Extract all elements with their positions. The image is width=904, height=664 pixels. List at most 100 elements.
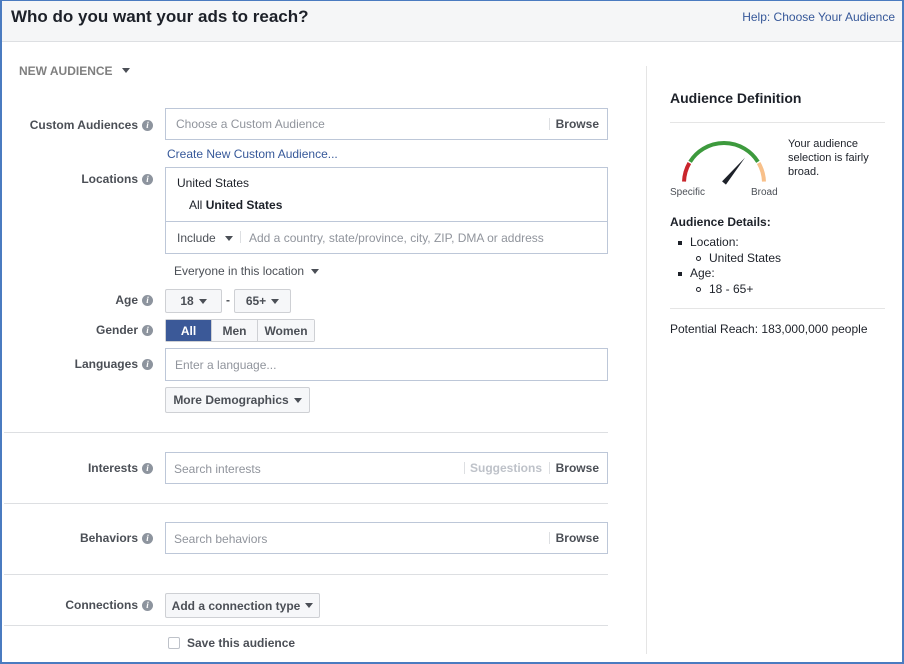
section-divider (4, 503, 608, 504)
chevron-down-icon (271, 298, 280, 304)
section-divider (4, 625, 608, 626)
audience-details-list: Location: United States Age: 18 - 65+ (678, 235, 781, 297)
connections-label: Connections i (65, 598, 153, 612)
detail-value: United States (678, 251, 781, 267)
save-audience-checkbox[interactable] (168, 637, 180, 649)
chevron-down-icon (225, 236, 234, 242)
audience-definition-title: Audience Definition (670, 90, 802, 106)
custom-audience-input[interactable]: Choose a Custom Audience Browse (165, 108, 608, 140)
gender-option-all[interactable]: All (166, 320, 211, 341)
more-demographics-label: More Demographics (173, 393, 289, 407)
column-divider (646, 66, 647, 654)
audience-panel: Who do you want your ads to reach? Help:… (0, 0, 904, 664)
gender-option-women[interactable]: Women (257, 320, 314, 341)
selected-location-scope: All United States (189, 198, 282, 212)
chevron-down-icon (305, 603, 314, 608)
interests-label: Interests i (88, 461, 153, 475)
age-label-text: Age (115, 293, 138, 307)
divider (549, 462, 550, 474)
languages-placeholder: Enter a language... (175, 358, 277, 372)
chevron-down-icon (121, 68, 130, 74)
age-max-value: 65+ (245, 294, 267, 308)
divider (670, 122, 885, 123)
info-icon[interactable]: i (142, 532, 153, 544)
languages-label-text: Languages (74, 357, 138, 371)
gender-option-men[interactable]: Men (211, 320, 257, 341)
connection-type-label: Add a connection type (171, 598, 301, 613)
chevron-down-icon (293, 397, 302, 403)
behaviors-browse-button[interactable]: Browse (556, 531, 599, 545)
gauge-description: Your audience selection is fairly broad. (788, 138, 869, 178)
divider (464, 462, 465, 474)
interests-placeholder: Search interests (174, 462, 261, 476)
chevron-down-icon (198, 298, 207, 304)
audience-selector-label: NEW AUDIENCE (19, 64, 113, 78)
detail-item-location: Location: (678, 235, 781, 251)
location-people-filter-dropdown[interactable]: Everyone in this location (174, 264, 320, 278)
page-title: Who do you want your ads to reach? (11, 7, 309, 26)
gauge-segment-broad (756, 162, 766, 182)
age-label: Age i (115, 293, 153, 307)
detail-value: 18 - 65+ (678, 282, 781, 298)
custom-audiences-label-text: Custom Audiences (29, 118, 138, 132)
potential-reach: Potential Reach: 183,000,000 people (670, 322, 868, 336)
audience-breadth-gauge (682, 141, 766, 185)
info-icon[interactable]: i (142, 173, 153, 185)
custom-audience-placeholder: Choose a Custom Audience (176, 117, 325, 131)
section-divider (4, 574, 608, 575)
gauge-segment-middle (688, 141, 760, 163)
age-min-dropdown[interactable]: 18 (165, 289, 222, 313)
interests-suggestions-button[interactable]: Suggestions (470, 461, 542, 475)
audience-selector-dropdown[interactable]: NEW AUDIENCE (19, 64, 130, 78)
behaviors-label-text: Behaviors (79, 531, 138, 545)
divider (549, 532, 550, 544)
gauge-needle-icon (722, 157, 746, 185)
more-demographics-dropdown[interactable]: More Demographics (165, 387, 310, 413)
age-separator: - (226, 293, 230, 307)
languages-label: Languages i (75, 357, 153, 371)
info-icon[interactable]: i (142, 599, 153, 611)
include-dropdown[interactable]: Include (177, 231, 234, 245)
info-icon[interactable]: i (142, 294, 153, 306)
panel-header: Who do you want your ads to reach? Help:… (2, 1, 902, 42)
languages-input[interactable]: Enter a language... (165, 348, 608, 381)
selected-location-country: United States (177, 176, 250, 190)
divider (240, 231, 241, 243)
custom-audiences-label: Custom Audiences i (30, 118, 153, 132)
chevron-down-icon (311, 269, 320, 275)
connections-label-text: Connections (65, 598, 138, 612)
interests-input[interactable]: Search interests Suggestions Browse (165, 452, 608, 484)
section-divider (4, 432, 608, 433)
locations-label-text: Locations (81, 172, 138, 186)
age-max-dropdown[interactable]: 65+ (234, 289, 291, 313)
behaviors-input[interactable]: Search behaviors Browse (165, 522, 608, 554)
scope-value: United States (205, 198, 283, 212)
gauge-label-broad: Broad (751, 187, 778, 198)
divider (670, 308, 885, 309)
interests-browse-button[interactable]: Browse (556, 461, 599, 475)
divider (166, 221, 607, 222)
gauge-segment-specific (682, 162, 692, 182)
divider (549, 118, 550, 130)
behaviors-placeholder: Search behaviors (174, 532, 268, 546)
help-link[interactable]: Help: Choose Your Audience (742, 10, 895, 24)
info-icon[interactable]: i (142, 462, 153, 474)
locations-box: United States All United States Include … (165, 167, 608, 254)
locations-label: Locations i (81, 172, 153, 186)
detail-item-age: Age: (678, 266, 781, 282)
behaviors-label: Behaviors i (80, 531, 153, 545)
save-audience-label[interactable]: Save this audience (187, 636, 295, 650)
scope-prefix: All (189, 198, 203, 212)
location-search-input[interactable]: Add a country, state/province, city, ZIP… (249, 231, 544, 245)
audience-details-title: Audience Details: (670, 215, 771, 229)
custom-audience-browse-button[interactable]: Browse (556, 117, 599, 131)
interests-label-text: Interests (87, 461, 138, 475)
gender-segmented-control: All Men Women (165, 319, 315, 342)
info-icon[interactable]: i (142, 119, 153, 131)
gender-label: Gender i (96, 323, 153, 337)
add-connection-type-dropdown[interactable]: Add a connection type (165, 593, 320, 618)
people-filter-label: Everyone in this location (174, 264, 305, 278)
create-custom-audience-link[interactable]: Create New Custom Audience... (167, 147, 338, 161)
info-icon[interactable]: i (142, 358, 153, 370)
info-icon[interactable]: i (142, 324, 153, 336)
